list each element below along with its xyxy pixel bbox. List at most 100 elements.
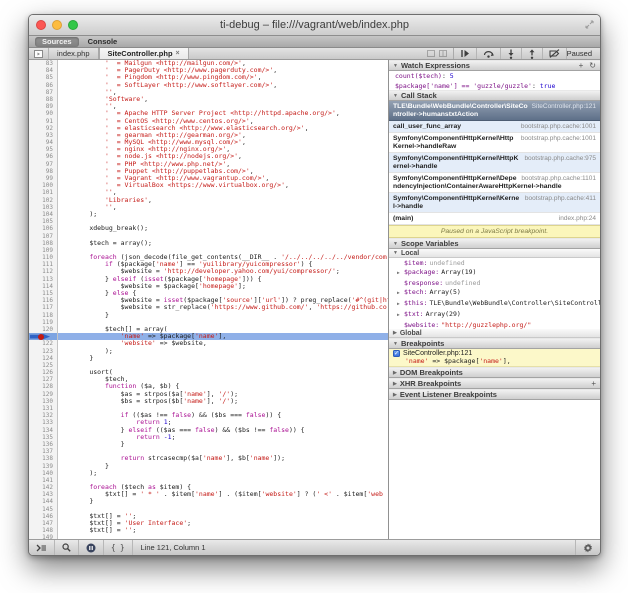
call-stack-frame[interactable]: bootstrap.php.cache:975Symfony\Component… [389, 153, 600, 173]
line-number[interactable]: 115 [29, 290, 57, 297]
step-into-icon[interactable] [501, 48, 522, 59]
line-number[interactable]: 137 [29, 448, 57, 455]
line-number[interactable]: 102 [29, 197, 57, 204]
pause-on-exceptions-icon[interactable] [79, 540, 104, 555]
close-tab-icon[interactable]: × [176, 50, 180, 57]
line-number[interactable]: 97 [29, 161, 57, 168]
breakpoint-checkbox[interactable]: ✓ [393, 350, 400, 357]
scope-variable[interactable]: ▶$this: TLE\Bundle\WebBundle\Controller\… [389, 298, 600, 309]
line-number[interactable]: 114 [29, 283, 57, 290]
section-breakpoints[interactable]: ▼ Breakpoints [389, 338, 600, 349]
tab-sources[interactable]: Sources [35, 37, 79, 47]
line-number[interactable]: 129 [29, 391, 57, 398]
code-line[interactable]: $txt[] = ''; [58, 527, 388, 534]
add-xhr-breakpoint-icon[interactable]: + [591, 379, 596, 388]
call-stack-frame[interactable]: index.php:24(main) [389, 213, 600, 225]
add-watch-icon[interactable]: + [579, 61, 584, 70]
line-number[interactable] [29, 333, 57, 340]
line-number[interactable]: 138 [29, 455, 57, 462]
line-number[interactable]: 83 [29, 60, 57, 67]
line-number[interactable]: 100 [29, 182, 57, 189]
line-number[interactable]: 104 [29, 211, 57, 218]
watch-expression-item[interactable]: $package['name'] == 'guzzle/guzzle': tru… [389, 81, 600, 91]
line-number[interactable]: 106 [29, 225, 57, 232]
line-number[interactable]: 124 [29, 355, 57, 362]
line-number[interactable]: 96 [29, 153, 57, 160]
step-out-icon[interactable] [522, 48, 543, 59]
line-number[interactable]: 110 [29, 254, 57, 261]
console-drawer-icon[interactable] [29, 540, 55, 555]
line-number[interactable]: 111 [29, 261, 57, 268]
code-line[interactable]: $txt[] = ' * ' . $item['name'] . ($item[… [58, 491, 388, 498]
expand-triangle-icon[interactable]: ▶ [397, 270, 402, 278]
line-number[interactable]: 131 [29, 405, 57, 412]
scope-variable[interactable]: $item: undefined [389, 258, 600, 267]
code-line[interactable]: '', [58, 204, 388, 211]
line-number[interactable]: 90 [29, 110, 57, 117]
watch-expression-item[interactable]: count($tech): 5 [389, 71, 600, 81]
code-line[interactable]: } [58, 498, 388, 505]
call-stack-frame[interactable]: bootstrap.php.cache:1001Symfony\Componen… [389, 133, 600, 153]
code-line[interactable]: } [58, 355, 388, 362]
toggle-breakpoints-icon[interactable] [543, 48, 567, 59]
scope-group-local[interactable]: ▼ Local [389, 249, 600, 258]
line-number[interactable]: 103 [29, 204, 57, 211]
line-number[interactable]: 99 [29, 175, 57, 182]
line-number[interactable]: 145 [29, 506, 57, 513]
line-number[interactable]: 143 [29, 491, 57, 498]
code-line[interactable]: } [58, 463, 388, 470]
call-stack-frame[interactable]: SiteController.php:121TLE\Bundle\WebBund… [389, 101, 600, 121]
line-number[interactable]: 116 [29, 297, 57, 304]
call-stack-frame[interactable]: bootstrap.php.cache:1001call_user_func_a… [389, 121, 600, 133]
line-number[interactable]: 86 [29, 82, 57, 89]
code-line[interactable]: $tech = array(); [58, 240, 388, 247]
section-call-stack[interactable]: ▼ Call Stack [389, 90, 600, 101]
line-number[interactable]: 126 [29, 369, 57, 376]
line-number[interactable]: 88 [29, 96, 57, 103]
scope-variable[interactable]: $response: undefined [389, 278, 600, 287]
tab-index-php[interactable]: index.php [49, 48, 99, 59]
line-number[interactable]: 87 [29, 89, 57, 96]
line-number[interactable]: 122 [29, 340, 57, 347]
line-number[interactable]: 98 [29, 168, 57, 175]
line-number[interactable]: 105 [29, 218, 57, 225]
section-watch-expressions[interactable]: ▼ Watch Expressions + ↻ [389, 60, 600, 71]
resume-icon[interactable] [454, 48, 477, 59]
search-icon[interactable] [55, 540, 79, 555]
show-navigator-icon[interactable] [29, 48, 49, 59]
refresh-watch-icon[interactable]: ↻ [589, 61, 596, 70]
line-number[interactable]: 112 [29, 268, 57, 275]
code-line[interactable]: ); [58, 470, 388, 477]
line-number[interactable]: 140 [29, 470, 57, 477]
history-forward-icon[interactable] [439, 50, 447, 57]
section-dom-breakpoints[interactable]: ▶ DOM Breakpoints [389, 367, 600, 378]
scope-variable[interactable]: ▶$txt: Array(29) [389, 309, 600, 320]
scope-variable[interactable]: $website: "http://guzzlephp.org/" [389, 320, 600, 329]
code-line[interactable]: } [58, 441, 388, 448]
line-number[interactable]: 142 [29, 484, 57, 491]
line-number[interactable]: 93 [29, 132, 57, 139]
call-stack-frame[interactable]: bootstrap.php.cache:1101Symfony\Componen… [389, 173, 600, 193]
scope-group-global[interactable]: ▶ Global [389, 329, 600, 338]
line-number[interactable]: 92 [29, 125, 57, 132]
line-number[interactable]: 125 [29, 362, 57, 369]
line-number[interactable]: 133 [29, 419, 57, 426]
line-number[interactable]: 127 [29, 376, 57, 383]
line-number[interactable]: 148 [29, 527, 57, 534]
line-number[interactable]: 101 [29, 189, 57, 196]
breakpoint-dot-icon[interactable] [38, 334, 44, 340]
fullscreen-icon[interactable] [585, 20, 594, 29]
line-number[interactable]: 94 [29, 139, 57, 146]
code-line[interactable]: xdebug_break(); [58, 225, 388, 232]
line-number[interactable]: 120 [29, 326, 57, 333]
line-number[interactable]: 85 [29, 74, 57, 81]
line-number[interactable]: 123 [29, 348, 57, 355]
tab-console[interactable]: Console [81, 37, 125, 47]
line-number[interactable]: 107 [29, 233, 57, 240]
line-number[interactable]: 109 [29, 247, 57, 254]
section-event-listener-breakpoints[interactable]: ▶ Event Listener Breakpoints [389, 389, 600, 400]
line-number[interactable]: 118 [29, 312, 57, 319]
line-number[interactable]: 113 [29, 276, 57, 283]
pretty-print-icon[interactable]: { } [104, 540, 133, 555]
expand-triangle-icon[interactable]: ▶ [397, 290, 402, 298]
